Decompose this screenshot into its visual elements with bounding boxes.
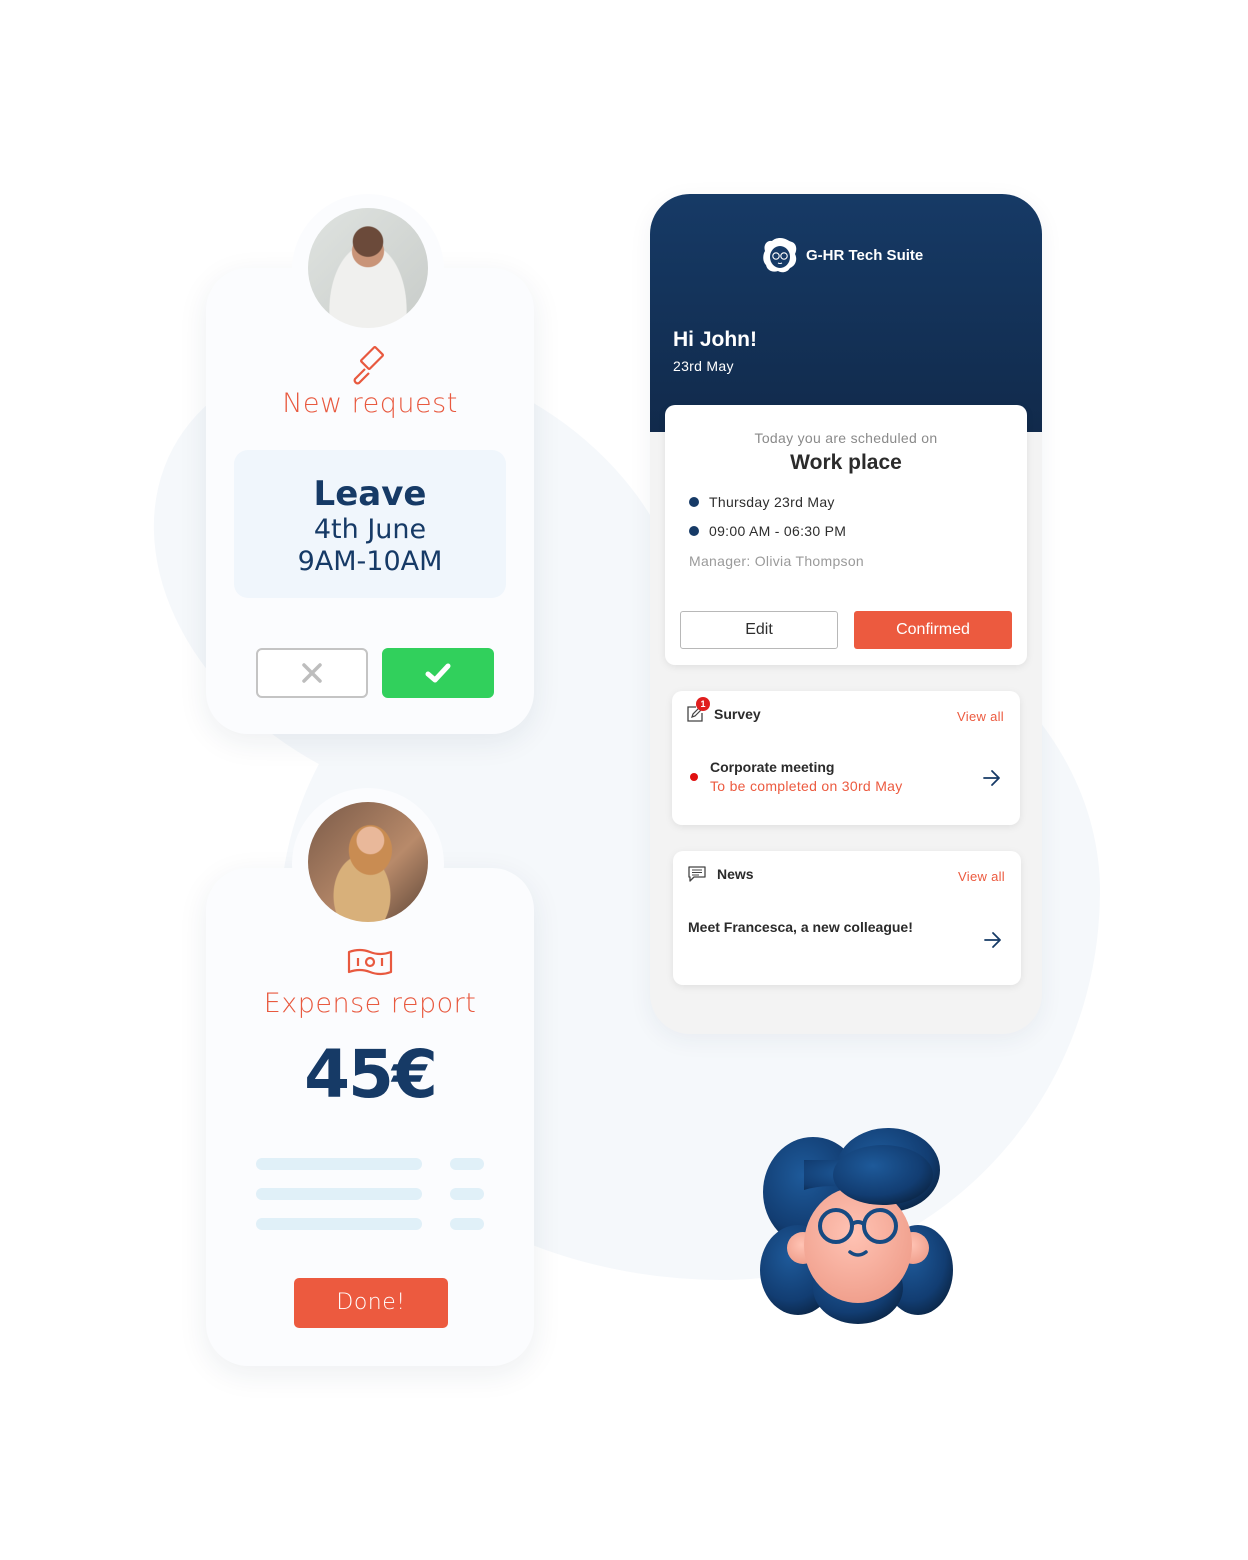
bullet-icon [689, 497, 699, 507]
brand: G-HR Tech Suite [762, 236, 923, 274]
schedule-hours-text: 09:00 AM - 06:30 PM [709, 523, 847, 539]
app-header: G-HR Tech Suite Hi John! 23rd May [650, 194, 1042, 432]
survey-view-all-link[interactable]: View all [957, 709, 1004, 724]
phone-app: G-HR Tech Suite Hi John! 23rd May Today … [650, 194, 1042, 1034]
app-name: G-HR Tech Suite [806, 246, 924, 264]
check-icon [425, 663, 451, 683]
avatar-frame [292, 788, 444, 940]
logo-icon [763, 238, 797, 273]
survey-title: Survey [714, 706, 761, 722]
leave-date: 4th June [313, 514, 427, 545]
card-title: New request [282, 388, 458, 419]
placeholder-line [256, 1158, 484, 1170]
placeholder-line [256, 1188, 484, 1200]
news-widget: News View all Meet Francesca, a new coll… [673, 851, 1021, 985]
news-header: News [687, 865, 754, 883]
avatar-submitter [308, 802, 428, 922]
expense-report-card: Expense report 45€ Done! [206, 788, 534, 1366]
notification-badge: 1 [696, 697, 710, 711]
status-dot-icon [690, 772, 698, 781]
schedule-manager: Manager: Olivia Thompson [689, 553, 865, 569]
banknote-icon [347, 948, 393, 976]
survey-icon-wrap: 1 [686, 697, 710, 723]
survey-item-due: To be completed on 30rd May [710, 778, 903, 794]
reject-button[interactable] [256, 648, 368, 698]
arrow-right-icon[interactable] [982, 769, 1002, 787]
current-date: 23rd May [673, 358, 734, 374]
leave-details: Leave 4th June 9AM-10AM [234, 450, 506, 598]
arrow-right-icon[interactable] [983, 931, 1003, 949]
done-button[interactable]: Done! [294, 1278, 448, 1328]
news-title: News [717, 866, 754, 882]
confirmed-button[interactable]: Confirmed [854, 611, 1012, 649]
close-icon [302, 663, 322, 683]
schedule-subtitle: Today you are scheduled on [754, 430, 938, 446]
survey-item-name: Corporate meeting [710, 759, 835, 775]
gavel-icon [353, 346, 384, 385]
leave-type: Leave [313, 474, 427, 514]
placeholder-line [256, 1218, 484, 1230]
edit-button[interactable]: Edit [680, 611, 838, 649]
bullet-icon [689, 526, 699, 536]
survey-widget: 1 Survey View all Corporate meeting To b… [672, 691, 1020, 825]
leave-time: 9AM-10AM [297, 546, 443, 577]
survey-header: 1 Survey [686, 697, 761, 723]
expense-amount: 45€ [304, 1036, 438, 1113]
card-title: Expense report [263, 988, 477, 1019]
survey-item[interactable]: Corporate meeting To be completed on 30r… [690, 759, 903, 794]
news-item[interactable]: Meet Francesca, a new colleague! [688, 919, 913, 935]
schedule-card: Today you are scheduled on Work place Th… [665, 405, 1027, 665]
new-request-card: New request Leave 4th June 9AM-10AM [206, 194, 534, 734]
schedule-hours: 09:00 AM - 06:30 PM [689, 523, 846, 539]
avatar-requester [308, 208, 428, 328]
greeting: Hi John! [673, 328, 757, 351]
news-view-all-link[interactable]: View all [958, 869, 1005, 884]
schedule-day: Thursday 23rd May [689, 494, 835, 510]
mascot-illustration [760, 1128, 953, 1324]
accept-button[interactable] [382, 648, 494, 698]
avatar-frame [292, 194, 444, 346]
schedule-day-text: Thursday 23rd May [709, 494, 835, 510]
schedule-location: Work place [790, 451, 902, 474]
chat-icon [688, 866, 706, 882]
